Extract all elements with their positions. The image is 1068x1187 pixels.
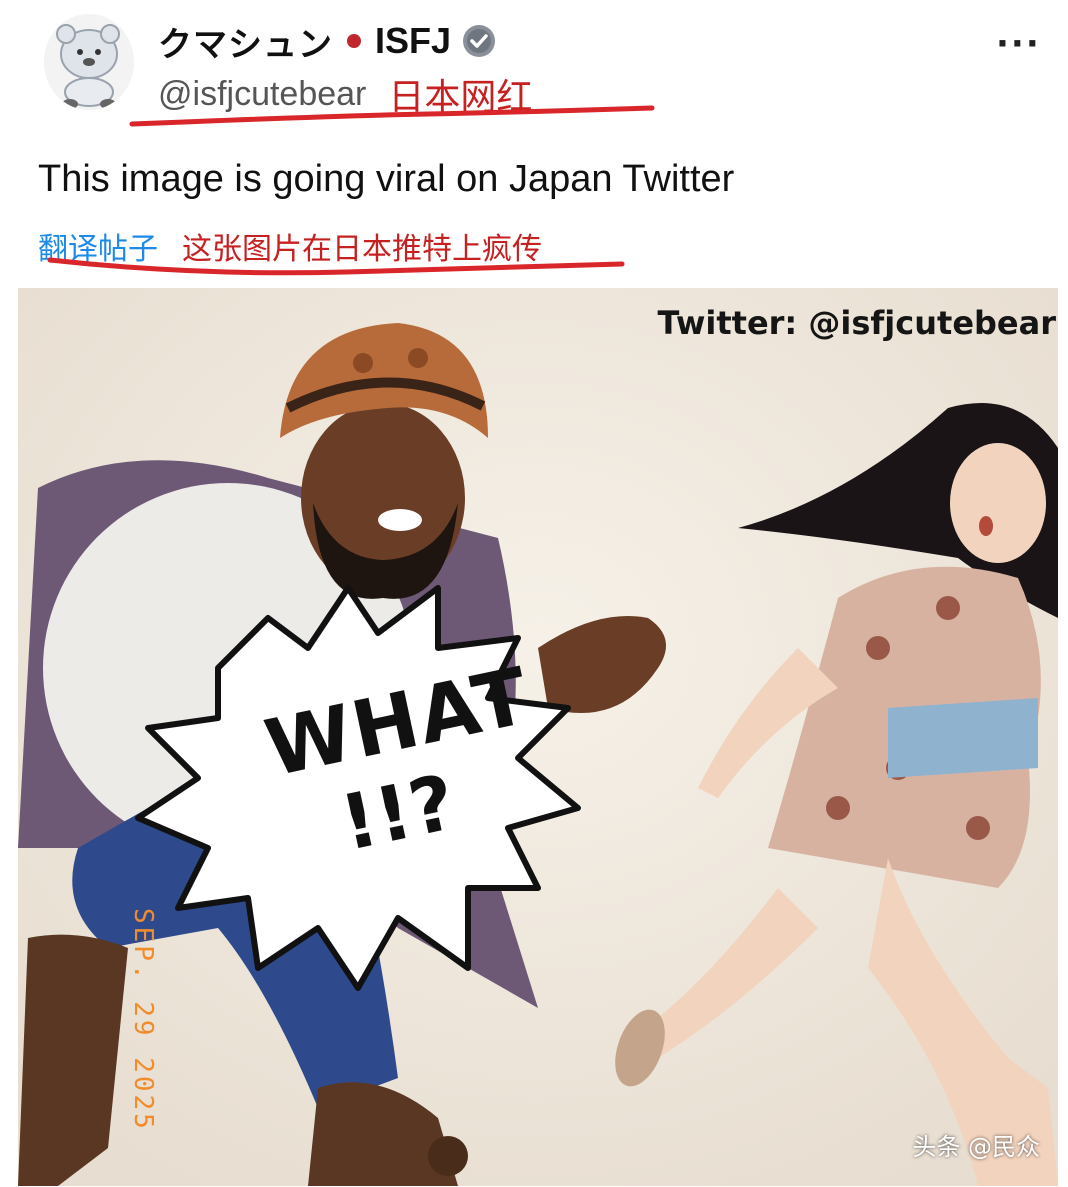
date-stamp: SEP. 29 2025 (128, 908, 158, 1132)
post-header: クマシュン ISFJ ··· @isfjcutebear 日本网红 This i… (0, 0, 1068, 290)
personality-tag: ISFJ (375, 20, 452, 61)
avatar[interactable] (44, 14, 134, 110)
more-options-icon[interactable]: ··· (996, 24, 1041, 64)
status-dot-icon (347, 34, 361, 48)
avatar-bear-icon (44, 14, 134, 110)
translation-underline (47, 257, 625, 276)
post-image[interactable]: WHAT !!? Twitter: @isfjcutebear SEP. 29 … (18, 288, 1058, 1186)
post-text: This image is going viral on Japan Twitt… (38, 158, 735, 200)
source-watermark: 头条 @民众 (912, 1133, 1040, 1161)
display-name[interactable]: クマシュン (158, 17, 333, 66)
verified-badge-icon (463, 25, 496, 57)
image-watermark: Twitter: @isfjcutebear (657, 304, 1057, 342)
name-row: クマシュン ISFJ (158, 16, 497, 66)
annotation-underline (129, 105, 655, 127)
